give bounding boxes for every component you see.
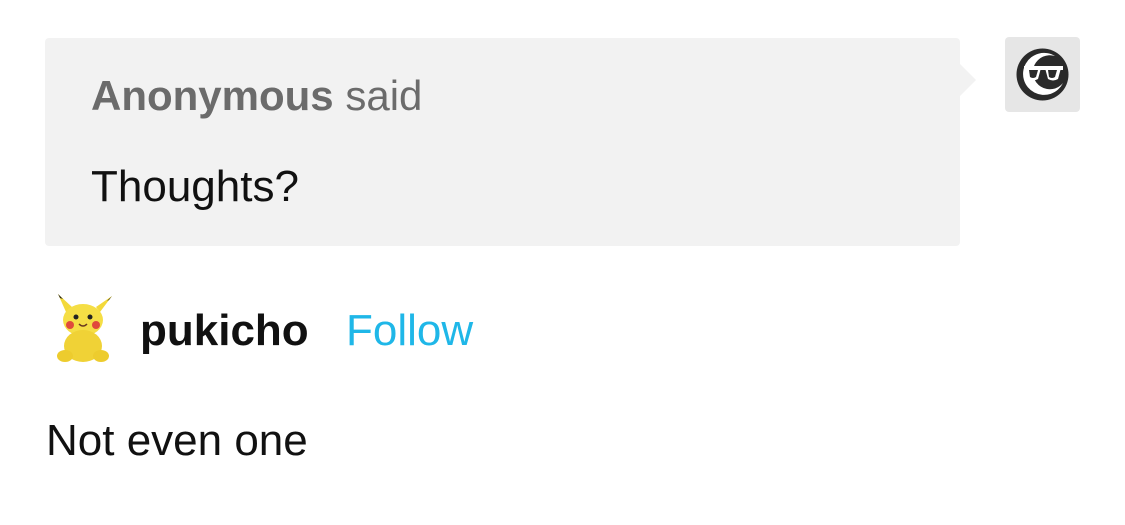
answerer-avatar[interactable] [48,290,118,366]
asker-name: Anonymous [91,72,334,119]
question-text: Thoughts? [91,162,299,211]
said-label: said [345,72,423,119]
asker-line: Anonymous said [91,72,422,120]
answerer-name[interactable]: pukicho [140,306,309,356]
ask-bubble: Anonymous said Thoughts? [45,38,976,246]
pikachu-plush-avatar [57,294,112,362]
anonymous-avatar[interactable] [1005,37,1080,112]
follow-button[interactable]: Follow [346,306,473,356]
answer-text: Not even one [46,416,308,465]
anonymous-sunglasses-icon [1016,48,1069,101]
